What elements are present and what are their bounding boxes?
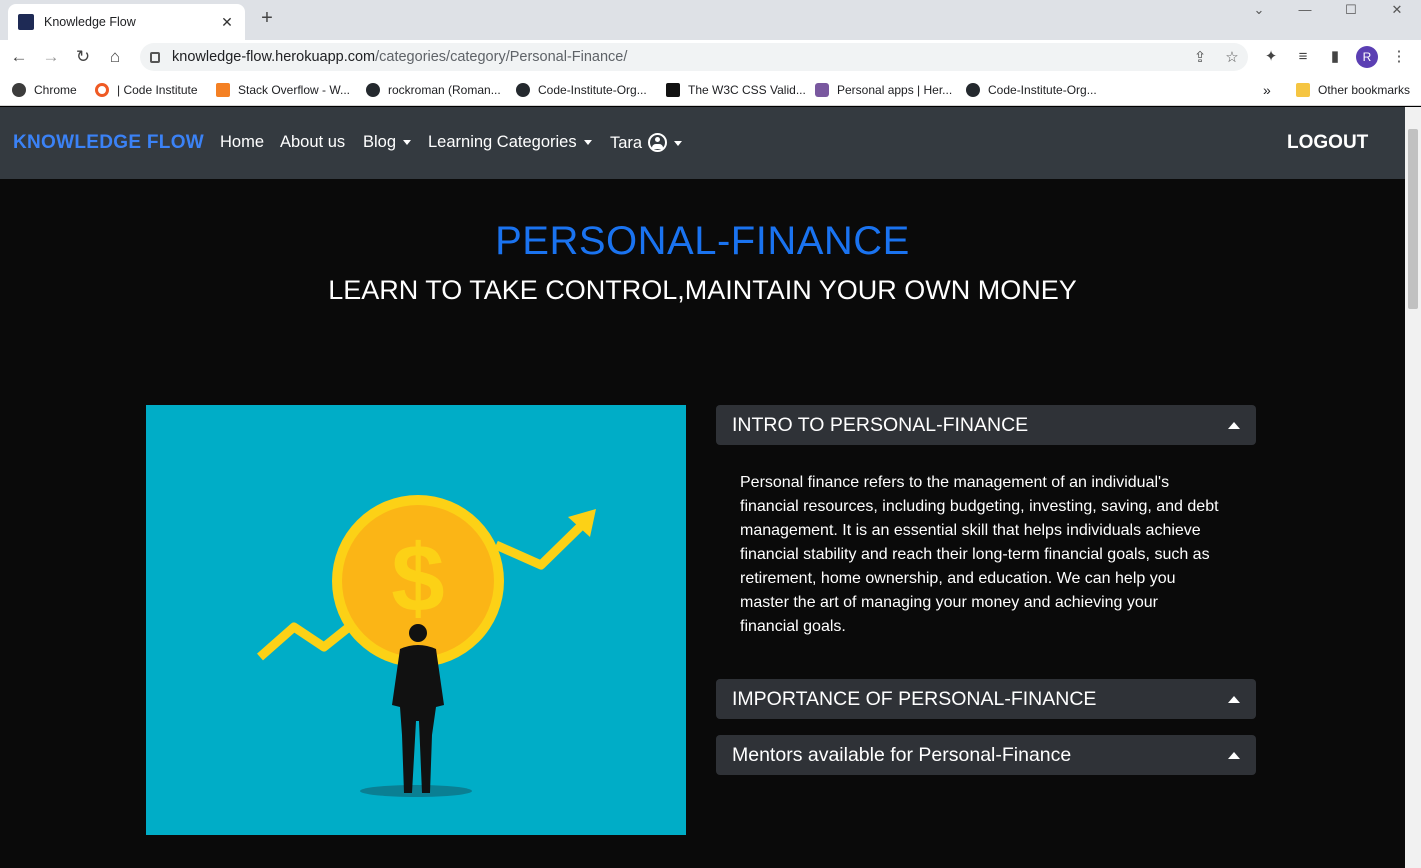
reading-list-icon[interactable]: ≡	[1292, 46, 1314, 68]
browser-tabbar: Knowledge Flow ✕ + ⌄ — ☐ ✕	[0, 0, 1421, 40]
code-institute-icon	[95, 83, 109, 97]
page-subtitle: LEARN TO TAKE CONTROL,MAINTAIN YOUR OWN …	[328, 275, 1077, 305]
stackoverflow-icon	[216, 83, 230, 97]
reload-icon[interactable]: ↻	[70, 44, 96, 70]
url-text[interactable]: knowledge-flow.herokuapp.com/categories/…	[172, 49, 1184, 65]
bookmarks-bar: Chrome | Code Institute Stack Overflow -…	[0, 74, 1421, 106]
url-host: knowledge-flow.herokuapp.com	[172, 49, 376, 65]
caret-up-icon	[1228, 421, 1240, 429]
menu-kebab-icon[interactable]: ⋮	[1388, 46, 1410, 68]
accordion-importance-header[interactable]: IMPORTANCE OF PERSONAL-FINANCE	[716, 679, 1256, 719]
nav-home[interactable]: Home	[220, 133, 264, 152]
side-panel-icon[interactable]: ▮	[1324, 46, 1346, 68]
nav-user-menu[interactable]: Tara	[610, 133, 683, 153]
nav-about[interactable]: About us	[280, 133, 345, 152]
browser-toolbar: ← → ↻ ⌂ knowledge-flow.herokuapp.com/cat…	[0, 40, 1421, 74]
new-tab-button[interactable]: +	[256, 7, 278, 29]
nav-blog[interactable]: Blog	[363, 133, 412, 152]
dollar-sign-icon: $	[391, 525, 444, 632]
forward-icon[interactable]: →	[38, 44, 64, 70]
bookmark-item[interactable]: | Code Institute	[95, 80, 198, 100]
businessman-figure	[392, 645, 444, 793]
bookmark-item[interactable]: rockroman (Roman...	[366, 80, 501, 100]
github-icon	[966, 83, 980, 97]
bookmark-label: Chrome	[34, 83, 77, 97]
chevron-down-icon	[583, 140, 592, 146]
finance-growth-illustration: $	[257, 495, 596, 797]
maximize-button[interactable]: ☐	[1328, 0, 1374, 22]
caret-up-icon	[1228, 695, 1240, 703]
bookmark-label: Code-Institute-Org...	[988, 83, 1097, 97]
bookmark-label: Personal apps | Her...	[837, 83, 953, 97]
folder-icon	[1296, 83, 1310, 97]
bookmark-item[interactable]: Code-Institute-Org...	[966, 80, 1097, 100]
nav-learning-categories[interactable]: Learning Categories	[428, 133, 592, 152]
accordion-mentors-header[interactable]: Mentors available for Personal-Finance	[716, 735, 1256, 775]
extensions-icon[interactable]: ✦	[1260, 46, 1282, 68]
user-circle-icon	[648, 133, 668, 152]
nav-blog-label: Blog	[363, 133, 397, 151]
accordion-importance-label: IMPORTANCE OF PERSONAL-FINANCE	[732, 687, 1097, 710]
back-icon[interactable]: ←	[6, 44, 32, 70]
site-brand[interactable]: KNOWLEDGE FLOW	[13, 132, 204, 154]
github-icon	[366, 83, 380, 97]
trend-line-right	[494, 517, 590, 570]
bookmark-item[interactable]: The W3C CSS Valid...	[666, 80, 806, 100]
bookmark-label: rockroman (Roman...	[388, 83, 501, 97]
address-bar[interactable]: knowledge-flow.herokuapp.com/categories/…	[140, 43, 1248, 71]
scrollbar-thumb[interactable]	[1408, 129, 1418, 309]
bookmark-item[interactable]: Chrome	[12, 80, 77, 100]
heroku-icon	[815, 83, 829, 97]
browser-tab[interactable]: Knowledge Flow ✕	[8, 4, 245, 40]
site-favicon-icon	[18, 14, 34, 30]
minimize-button[interactable]: —	[1282, 0, 1328, 22]
tab-close-icon[interactable]: ✕	[219, 14, 235, 31]
logout-link[interactable]: LOGOUT	[1287, 132, 1368, 154]
chevron-down-icon	[403, 140, 412, 146]
share-icon[interactable]: ⇪	[1184, 48, 1216, 66]
bookmark-label: Stack Overflow - W...	[238, 83, 351, 97]
other-bookmarks[interactable]: Other bookmarks	[1296, 80, 1410, 100]
bookmark-label: | Code Institute	[117, 83, 198, 97]
bookmark-item[interactable]: Stack Overflow - W...	[216, 80, 350, 100]
hero-illustration: $	[146, 405, 686, 835]
accordion-intro-body: Personal finance refers to the managemen…	[740, 474, 1219, 635]
profile-avatar[interactable]: R	[1356, 46, 1378, 68]
page-scrollbar[interactable]	[1405, 107, 1421, 868]
shadow-shape	[360, 785, 472, 797]
bookmarks-overflow-button[interactable]: »	[1263, 80, 1271, 100]
webpage: KNOWLEDGE FLOW Home About us Blog Learni…	[0, 107, 1405, 868]
bookmark-item[interactable]: Personal apps | Her...	[815, 80, 952, 100]
chevron-down-icon	[674, 141, 683, 147]
close-window-button[interactable]: ✕	[1374, 0, 1420, 22]
caret-up-icon	[1228, 751, 1240, 759]
bookmark-star-icon[interactable]: ☆	[1216, 48, 1248, 66]
page-title: PERSONAL-FINANCE	[495, 219, 910, 263]
tab-title: Knowledge Flow	[44, 15, 136, 29]
bookmark-item[interactable]: Code-Institute-Org...	[516, 80, 647, 100]
bookmark-label: The W3C CSS Valid...	[688, 83, 806, 97]
nav-categories-label: Learning Categories	[428, 133, 577, 151]
bookmark-label: Code-Institute-Org...	[538, 83, 647, 97]
lock-icon[interactable]	[150, 51, 160, 63]
tab-search-icon[interactable]: ⌄	[1236, 0, 1282, 22]
accordion-intro-label: INTRO TO PERSONAL-FINANCE	[732, 413, 1029, 436]
github-icon	[516, 83, 530, 97]
url-path: /categories/category/Personal-Finance/	[375, 49, 628, 65]
w3c-icon	[666, 83, 680, 97]
nav-user-label: Tara	[610, 134, 643, 152]
accordion-intro-header[interactable]: INTRO TO PERSONAL-FINANCE	[716, 405, 1256, 445]
person-head	[409, 624, 427, 642]
home-icon[interactable]: ⌂	[102, 44, 128, 70]
site-navbar: KNOWLEDGE FLOW Home About us Blog Learni…	[0, 107, 1405, 179]
other-bookmarks-label: Other bookmarks	[1318, 83, 1411, 97]
accordion-mentors-label: Mentors available for Personal-Finance	[732, 743, 1072, 766]
globe-icon	[12, 83, 26, 97]
